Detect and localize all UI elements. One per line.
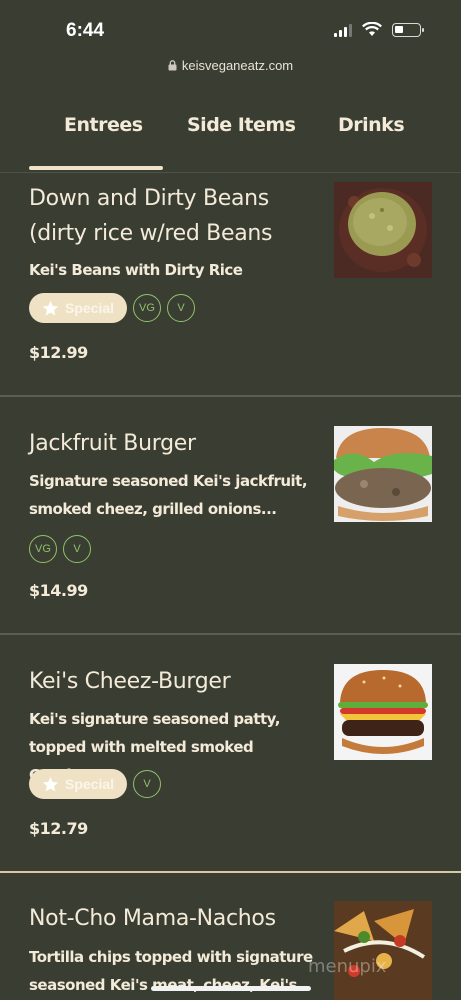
active-tab-indicator bbox=[29, 166, 163, 170]
item-badges: Special V bbox=[29, 769, 161, 799]
vegetarian-badge: V bbox=[63, 535, 91, 563]
home-indicator[interactable] bbox=[151, 986, 311, 991]
item-price: $14.99 bbox=[29, 581, 88, 600]
item-title-line: (dirty rice w/red Beans bbox=[29, 221, 273, 246]
star-icon bbox=[42, 776, 59, 791]
watermark: menupix bbox=[308, 956, 387, 977]
wifi-icon bbox=[362, 22, 382, 36]
vegan-badge: VG bbox=[29, 535, 57, 563]
special-badge: Special bbox=[29, 293, 127, 323]
beans-rice-image bbox=[334, 182, 432, 278]
jackfruit-burger-image bbox=[334, 426, 432, 522]
item-description: Kei's Beans with Dirty Rice bbox=[29, 261, 243, 279]
nachos-image bbox=[334, 901, 432, 1000]
item-title-line: Down and Dirty Beans bbox=[29, 186, 269, 211]
item-image bbox=[334, 182, 432, 278]
item-description-line: Tortilla chips topped with signature bbox=[29, 948, 313, 966]
item-price: $12.99 bbox=[29, 343, 88, 362]
cheeze-burger-image bbox=[334, 664, 432, 760]
url-bar[interactable]: keisveganeatz.com bbox=[0, 58, 461, 73]
item-price: $12.79 bbox=[29, 819, 88, 838]
special-label: Special bbox=[64, 776, 115, 792]
cellular-signal-icon bbox=[334, 23, 352, 37]
menu-item[interactable]: Kei's Cheez-Burger Kei's signature seaso… bbox=[0, 635, 461, 873]
item-image bbox=[334, 901, 432, 1000]
item-title: Kei's Cheez-Burger bbox=[29, 669, 231, 694]
item-description-line: Signature seasoned Kei's jackfruit, bbox=[29, 472, 308, 490]
tab-entrees[interactable]: Entrees bbox=[64, 114, 143, 136]
item-image bbox=[334, 426, 432, 522]
category-tabs: Entrees Side Items Drinks bbox=[0, 96, 461, 173]
item-badges: Special VG V bbox=[29, 293, 195, 323]
item-title: Jackfruit Burger bbox=[29, 431, 196, 456]
item-description-line: smoked cheez, grilled onions... bbox=[29, 500, 277, 518]
status-bar: 6:44 bbox=[0, 0, 461, 56]
status-time: 6:44 bbox=[66, 20, 105, 41]
vegetarian-badge: V bbox=[167, 294, 195, 322]
lock-icon bbox=[168, 60, 177, 71]
status-icons bbox=[334, 22, 424, 37]
special-label: Special bbox=[64, 300, 115, 316]
item-badges: VG V bbox=[29, 535, 91, 563]
url-text: keisveganeatz.com bbox=[181, 58, 294, 73]
battery-icon bbox=[392, 22, 424, 37]
tab-side-items[interactable]: Side Items bbox=[187, 114, 296, 136]
menu-item[interactable]: Down and Dirty Beans (dirty rice w/red B… bbox=[0, 173, 461, 397]
item-title: Down and Dirty Beans (dirty rice w/red B… bbox=[29, 181, 329, 251]
menu-item[interactable]: Not-Cho Mama-Nachos Tortilla chips toppe… bbox=[0, 873, 461, 1000]
item-description-line: Kei's signature seasoned patty, bbox=[29, 710, 280, 728]
tab-drinks[interactable]: Drinks bbox=[338, 114, 405, 136]
menu-item[interactable]: Jackfruit Burger Signature seasoned Kei'… bbox=[0, 397, 461, 635]
vegetarian-badge: V bbox=[133, 770, 161, 798]
item-description-line: seasoned Kei's meat, cheez, Kei's bbox=[29, 976, 297, 994]
item-description: Signature seasoned Kei's jackfruit, smok… bbox=[29, 467, 324, 523]
item-title: Not-Cho Mama-Nachos bbox=[29, 906, 276, 931]
item-image bbox=[334, 664, 432, 760]
special-badge: Special bbox=[29, 769, 127, 799]
star-icon bbox=[42, 300, 59, 315]
menu-list: Down and Dirty Beans (dirty rice w/red B… bbox=[0, 173, 461, 1000]
vegan-badge: VG bbox=[133, 294, 161, 322]
